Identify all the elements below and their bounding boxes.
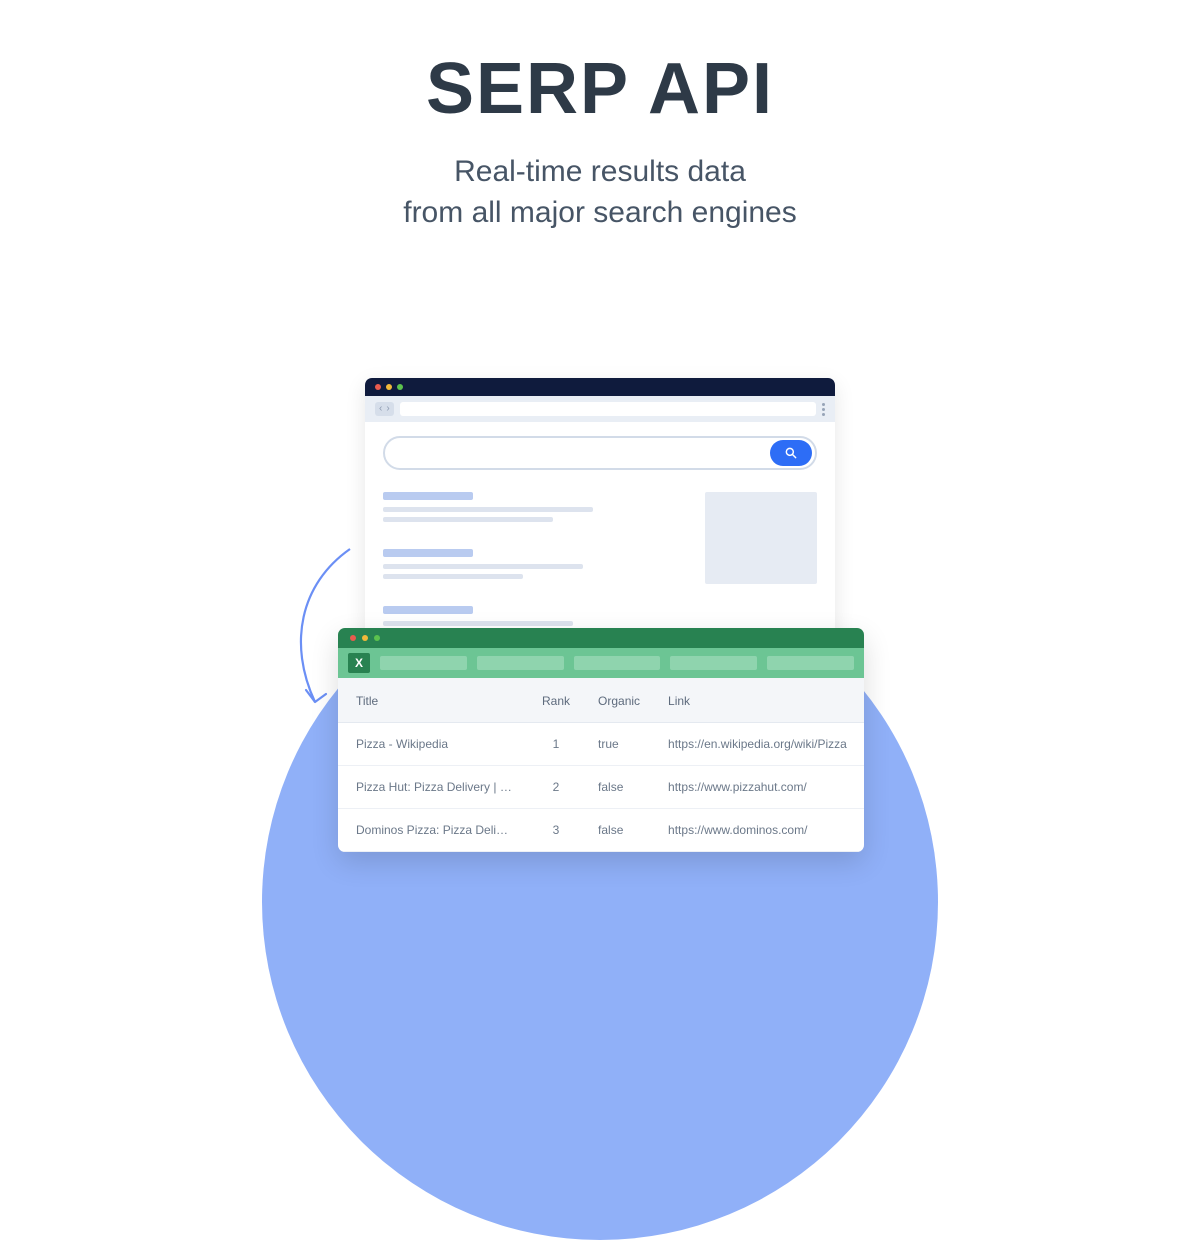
browser-body xyxy=(365,422,835,658)
window-close-icon[interactable] xyxy=(375,384,381,390)
url-input[interactable] xyxy=(400,402,816,416)
window-maximize-icon[interactable] xyxy=(397,384,403,390)
results-area xyxy=(383,492,817,631)
cell-title[interactable]: Dominos Pizza: Pizza Delivery & C... xyxy=(338,809,528,852)
cell-link[interactable]: https://www.pizzahut.com/ xyxy=(654,766,864,809)
column-header-link[interactable]: Link xyxy=(654,678,864,723)
cell-title[interactable]: Pizza Hut: Pizza Delivery | Pizza C... xyxy=(338,766,528,809)
browser-titlebar xyxy=(365,378,835,396)
table-row[interactable]: Pizza - Wikipedia 1 true https://en.wiki… xyxy=(338,723,864,766)
cell-rank[interactable]: 1 xyxy=(528,723,584,766)
subtitle-line-1: Real-time results data xyxy=(454,155,746,188)
column-header-title[interactable]: Title xyxy=(338,678,528,723)
spreadsheet-titlebar xyxy=(338,628,864,648)
nav-buttons: ‹ › xyxy=(375,402,394,416)
cell-title[interactable]: Pizza - Wikipedia xyxy=(338,723,528,766)
cell-organic[interactable]: false xyxy=(584,809,654,852)
back-icon[interactable]: ‹ xyxy=(379,404,382,414)
column-header-rank[interactable]: Rank xyxy=(528,678,584,723)
side-panel xyxy=(705,492,817,631)
window-minimize-icon[interactable] xyxy=(386,384,392,390)
excel-icon: X xyxy=(348,653,370,673)
page-title: SERP API xyxy=(0,48,1200,130)
ribbon-tab[interactable] xyxy=(574,656,661,670)
browser-toolbar: ‹ › xyxy=(365,396,835,422)
data-table: Title Rank Organic Link Pizza - Wikipedi… xyxy=(338,678,864,852)
more-menu-icon[interactable] xyxy=(822,403,825,416)
result-item xyxy=(383,492,687,527)
cell-rank[interactable]: 3 xyxy=(528,809,584,852)
ribbon-tab[interactable] xyxy=(767,656,854,670)
column-header-organic[interactable]: Organic xyxy=(584,678,654,723)
cell-organic[interactable]: false xyxy=(584,766,654,809)
page-subtitle: Real-time results data from all major se… xyxy=(0,152,1200,233)
window-close-icon[interactable] xyxy=(350,635,356,641)
info-panel xyxy=(705,492,817,584)
search-button[interactable] xyxy=(770,440,812,466)
result-item xyxy=(383,549,687,584)
window-minimize-icon[interactable] xyxy=(362,635,368,641)
cell-rank[interactable]: 2 xyxy=(528,766,584,809)
table-header-row: Title Rank Organic Link xyxy=(338,678,864,723)
spreadsheet-window: X Title Rank Organic Link Pizza - Wikipe… xyxy=(338,628,864,852)
window-maximize-icon[interactable] xyxy=(374,635,380,641)
table-row[interactable]: Pizza Hut: Pizza Delivery | Pizza C... 2… xyxy=(338,766,864,809)
search-icon xyxy=(784,446,798,460)
result-list xyxy=(383,492,687,631)
spreadsheet-ribbon: X xyxy=(338,648,864,678)
cell-link[interactable]: https://www.dominos.com/ xyxy=(654,809,864,852)
search-bar xyxy=(383,436,817,470)
cell-organic[interactable]: true xyxy=(584,723,654,766)
cell-link[interactable]: https://en.wikipedia.org/wiki/Pizza xyxy=(654,723,864,766)
browser-window: ‹ › xyxy=(365,378,835,658)
illustration-stage: ‹ › xyxy=(0,378,1200,848)
table-row[interactable]: Dominos Pizza: Pizza Delivery & C... 3 f… xyxy=(338,809,864,852)
ribbon-tab[interactable] xyxy=(380,656,467,670)
forward-icon[interactable]: › xyxy=(386,404,389,414)
subtitle-line-2: from all major search engines xyxy=(403,196,797,229)
ribbon-tab[interactable] xyxy=(477,656,564,670)
ribbon-tab[interactable] xyxy=(670,656,757,670)
